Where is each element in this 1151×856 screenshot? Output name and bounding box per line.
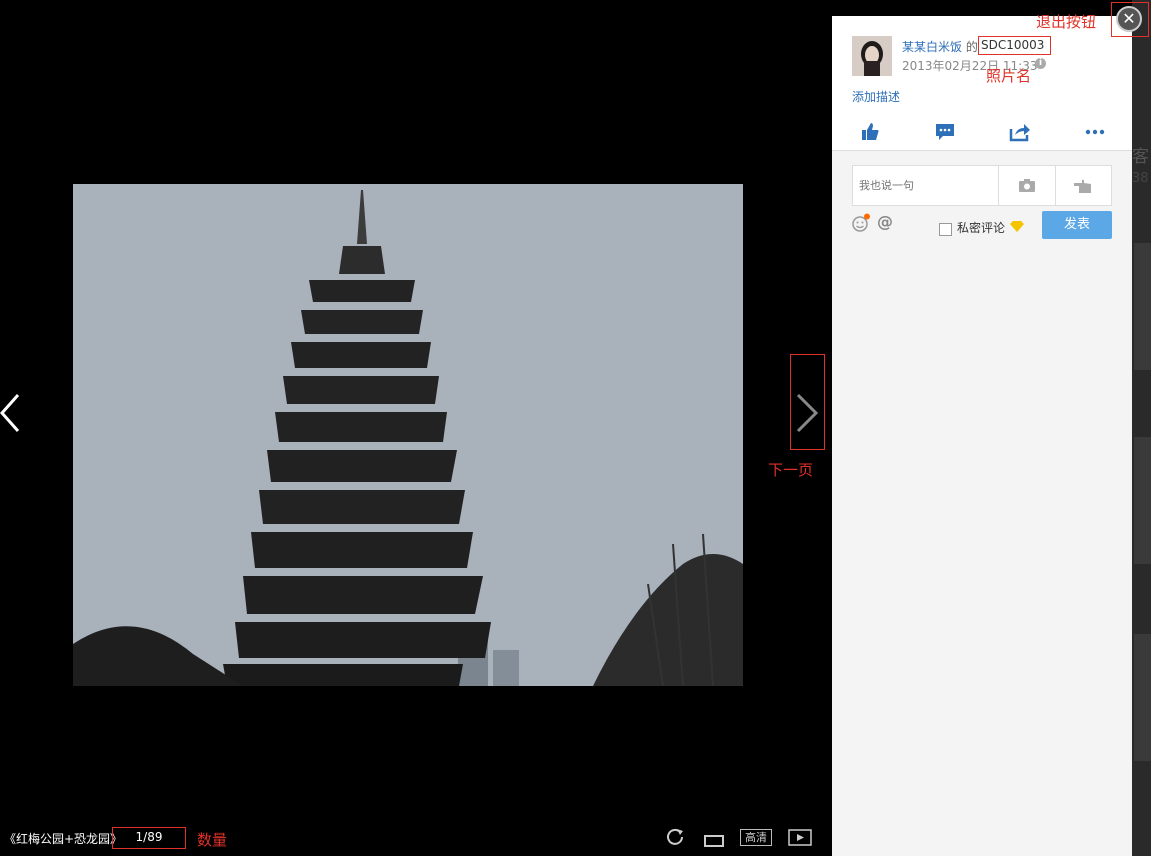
author-name[interactable]: 某某白米饭 <box>902 40 962 54</box>
backdrop-text: 客 <box>1132 147 1149 167</box>
next-annotation-box <box>790 354 825 450</box>
vip-diamond-icon <box>1010 221 1024 232</box>
backdrop-thumbnail <box>1134 634 1151 761</box>
backdrop-thumbnail <box>1134 437 1151 564</box>
private-comment-checkbox[interactable] <box>939 223 952 236</box>
info-icon[interactable]: i <box>1035 58 1046 69</box>
hd-button[interactable]: 高清 <box>740 829 772 846</box>
avatar[interactable] <box>852 36 892 76</box>
submit-button[interactable]: 发表 <box>1042 211 1112 239</box>
photo-viewer: 下一页 《红梅公园+恐龙园》 1/89 数量 高清 <box>0 0 832 856</box>
backdrop-number: 38 <box>1132 171 1149 186</box>
like-icon[interactable] <box>858 121 882 143</box>
slideshow-icon[interactable] <box>788 829 812 847</box>
author-line: 某某白米饭 的 <box>902 38 978 55</box>
prev-arrow-icon[interactable] <box>0 383 40 443</box>
next-annotation-label: 下一页 <box>768 461 814 479</box>
camera-icon[interactable] <box>1018 178 1036 193</box>
photo-image[interactable] <box>73 184 743 686</box>
emoji-icon[interactable] <box>852 213 872 233</box>
comment-icon[interactable] <box>933 121 957 143</box>
add-description-link[interactable]: 添加描述 <box>852 88 900 105</box>
divider <box>998 166 999 205</box>
photo-name-annotation-label: 照片名 <box>986 67 1032 85</box>
of-text: 的 <box>965 40 978 54</box>
backdrop-thumbnail <box>1134 243 1151 370</box>
comment-panel: 某某白米饭 的 SDC10003 2013年02月22日 11:33 i 照片名… <box>832 16 1132 856</box>
comment-box <box>852 165 1112 206</box>
divider <box>1055 166 1056 205</box>
close-button[interactable]: ✕ <box>1116 6 1142 32</box>
mention-icon[interactable]: @ <box>877 212 893 231</box>
more-icon[interactable] <box>1083 121 1107 143</box>
close-annotation-label: 退出按钮 <box>1036 13 1097 31</box>
comment-input[interactable] <box>853 166 998 205</box>
fit-screen-icon[interactable] <box>703 829 725 847</box>
album-title[interactable]: 《红梅公园+恐龙园》 <box>4 830 122 847</box>
private-comment-label: 私密评论 <box>957 221 1006 235</box>
photo-info-section: 某某白米饭 的 SDC10003 2013年02月22日 11:33 i 照片名… <box>832 16 1132 151</box>
photo-name: SDC10003 <box>981 38 1045 52</box>
rotate-icon[interactable] <box>665 827 685 847</box>
pointer-icon[interactable] <box>1073 178 1093 194</box>
share-icon[interactable] <box>1008 121 1032 143</box>
count-annotation-label: 数量 <box>197 831 228 849</box>
photo-count: 1/89 <box>135 830 163 844</box>
